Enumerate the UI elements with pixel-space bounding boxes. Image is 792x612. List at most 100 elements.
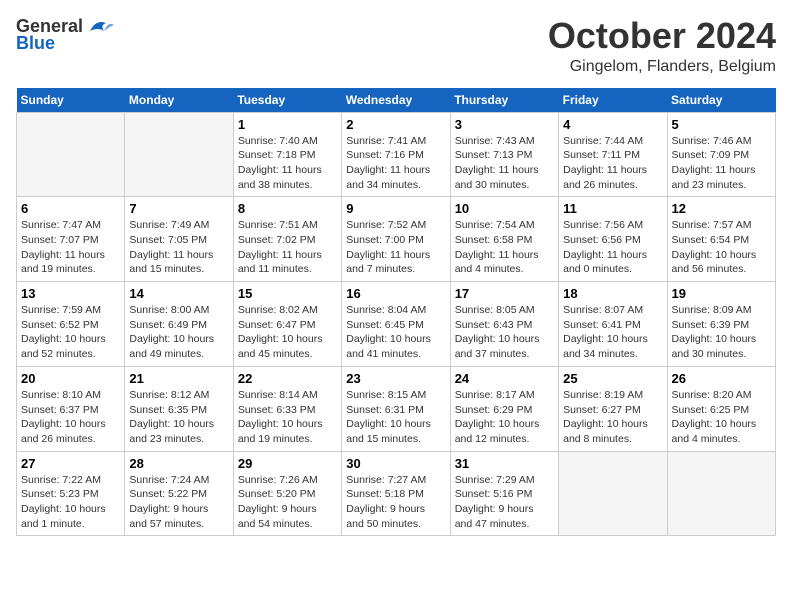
calendar-cell <box>559 451 667 536</box>
calendar-cell: 10 Sunrise: 7:54 AM Sunset: 6:58 PM Dayli… <box>450 197 558 282</box>
day-info: Sunrise: 8:02 AM Sunset: 6:47 PM Dayligh… <box>238 303 337 362</box>
header-tuesday: Tuesday <box>233 88 341 113</box>
month-title: October 2024 <box>548 16 776 56</box>
header-wednesday: Wednesday <box>342 88 450 113</box>
day-info: Sunrise: 7:46 AM Sunset: 7:09 PM Dayligh… <box>672 134 771 193</box>
day-info: Sunrise: 7:47 AM Sunset: 7:07 PM Dayligh… <box>21 218 120 277</box>
calendar-header-row: SundayMondayTuesdayWednesdayThursdayFrid… <box>17 88 776 113</box>
calendar-cell: 29 Sunrise: 7:26 AM Sunset: 5:20 PM Dayli… <box>233 451 341 536</box>
calendar-cell: 26 Sunrise: 8:20 AM Sunset: 6:25 PM Dayli… <box>667 366 775 451</box>
calendar-cell: 15Sunrise: 8:02 AM Sunset: 6:47 PM Dayli… <box>233 282 341 367</box>
calendar-table: SundayMondayTuesdayWednesdayThursdayFrid… <box>16 88 776 537</box>
day-number: 1 <box>238 117 337 132</box>
day-info: Sunrise: 7:56 AM Sunset: 6:56 PM Dayligh… <box>563 218 662 277</box>
day-info: Sunrise: 7:24 AM Sunset: 5:22 PM Dayligh… <box>129 473 228 532</box>
day-info: Sunrise: 7:26 AM Sunset: 5:20 PM Dayligh… <box>238 473 337 532</box>
day-number: 3 <box>455 117 554 132</box>
calendar-cell: 28 Sunrise: 7:24 AM Sunset: 5:22 PM Dayli… <box>125 451 233 536</box>
calendar-cell: 7Sunrise: 7:49 AM Sunset: 7:05 PM Daylig… <box>125 197 233 282</box>
day-info: Sunrise: 8:20 AM Sunset: 6:25 PM Dayligh… <box>672 388 771 447</box>
calendar-cell: 2 Sunrise: 7:41 AM Sunset: 7:16 PM Daylig… <box>342 112 450 197</box>
calendar-cell: 19 Sunrise: 8:09 AM Sunset: 6:39 PM Dayli… <box>667 282 775 367</box>
calendar-cell: 30 Sunrise: 7:27 AM Sunset: 5:18 PM Dayli… <box>342 451 450 536</box>
calendar-cell: 22Sunrise: 8:14 AM Sunset: 6:33 PM Dayli… <box>233 366 341 451</box>
page-header: General Blue October 2024 Gingelom, Flan… <box>16 16 776 76</box>
day-number: 25 <box>563 371 662 386</box>
calendar-cell: 1 Sunrise: 7:40 AM Sunset: 7:18 PM Daylig… <box>233 112 341 197</box>
calendar-cell: 13Sunrise: 7:59 AM Sunset: 6:52 PM Dayli… <box>17 282 125 367</box>
day-info: Sunrise: 7:52 AM Sunset: 7:00 PM Dayligh… <box>346 218 445 277</box>
week-row-2: 6 Sunrise: 7:47 AM Sunset: 7:07 PM Daylig… <box>17 197 776 282</box>
day-number: 27 <box>21 456 120 471</box>
calendar-cell: 4Sunrise: 7:44 AM Sunset: 7:11 PM Daylig… <box>559 112 667 197</box>
calendar-cell: 25 Sunrise: 8:19 AM Sunset: 6:27 PM Dayli… <box>559 366 667 451</box>
header-thursday: Thursday <box>450 88 558 113</box>
location-title: Gingelom, Flanders, Belgium <box>548 58 776 76</box>
calendar-cell: 23Sunrise: 8:15 AM Sunset: 6:31 PM Dayli… <box>342 366 450 451</box>
day-number: 22 <box>238 371 337 386</box>
day-info: Sunrise: 7:59 AM Sunset: 6:52 PM Dayligh… <box>21 303 120 362</box>
day-number: 20 <box>21 371 120 386</box>
day-info: Sunrise: 8:19 AM Sunset: 6:27 PM Dayligh… <box>563 388 662 447</box>
calendar-cell: 6 Sunrise: 7:47 AM Sunset: 7:07 PM Daylig… <box>17 197 125 282</box>
day-info: Sunrise: 7:54 AM Sunset: 6:58 PM Dayligh… <box>455 218 554 277</box>
day-info: Sunrise: 8:05 AM Sunset: 6:43 PM Dayligh… <box>455 303 554 362</box>
week-row-4: 20Sunrise: 8:10 AM Sunset: 6:37 PM Dayli… <box>17 366 776 451</box>
day-number: 18 <box>563 286 662 301</box>
logo: General Blue <box>16 16 114 54</box>
title-section: October 2024 Gingelom, Flanders, Belgium <box>548 16 776 76</box>
day-number: 11 <box>563 201 662 216</box>
day-number: 26 <box>672 371 771 386</box>
week-row-1: 1 Sunrise: 7:40 AM Sunset: 7:18 PM Daylig… <box>17 112 776 197</box>
calendar-cell <box>125 112 233 197</box>
day-info: Sunrise: 8:07 AM Sunset: 6:41 PM Dayligh… <box>563 303 662 362</box>
header-monday: Monday <box>125 88 233 113</box>
day-number: 5 <box>672 117 771 132</box>
day-number: 2 <box>346 117 445 132</box>
calendar-cell: 14Sunrise: 8:00 AM Sunset: 6:49 PM Dayli… <box>125 282 233 367</box>
day-info: Sunrise: 8:00 AM Sunset: 6:49 PM Dayligh… <box>129 303 228 362</box>
day-number: 23 <box>346 371 445 386</box>
day-number: 4 <box>563 117 662 132</box>
calendar-cell: 17Sunrise: 8:05 AM Sunset: 6:43 PM Dayli… <box>450 282 558 367</box>
day-number: 31 <box>455 456 554 471</box>
day-number: 8 <box>238 201 337 216</box>
calendar-cell <box>17 112 125 197</box>
calendar-cell: 11 Sunrise: 7:56 AM Sunset: 6:56 PM Dayli… <box>559 197 667 282</box>
day-info: Sunrise: 7:29 AM Sunset: 5:16 PM Dayligh… <box>455 473 554 532</box>
week-row-5: 27 Sunrise: 7:22 AM Sunset: 5:23 PM Dayli… <box>17 451 776 536</box>
day-info: Sunrise: 8:12 AM Sunset: 6:35 PM Dayligh… <box>129 388 228 447</box>
day-number: 28 <box>129 456 228 471</box>
day-info: Sunrise: 7:41 AM Sunset: 7:16 PM Dayligh… <box>346 134 445 193</box>
logo-bird-icon <box>86 17 114 37</box>
calendar-cell: 12Sunrise: 7:57 AM Sunset: 6:54 PM Dayli… <box>667 197 775 282</box>
day-number: 10 <box>455 201 554 216</box>
day-info: Sunrise: 7:27 AM Sunset: 5:18 PM Dayligh… <box>346 473 445 532</box>
day-info: Sunrise: 8:09 AM Sunset: 6:39 PM Dayligh… <box>672 303 771 362</box>
day-number: 9 <box>346 201 445 216</box>
calendar-cell: 18 Sunrise: 8:07 AM Sunset: 6:41 PM Dayli… <box>559 282 667 367</box>
header-friday: Friday <box>559 88 667 113</box>
calendar-cell: 16 Sunrise: 8:04 AM Sunset: 6:45 PM Dayli… <box>342 282 450 367</box>
calendar-cell: 9 Sunrise: 7:52 AM Sunset: 7:00 PM Daylig… <box>342 197 450 282</box>
day-info: Sunrise: 7:40 AM Sunset: 7:18 PM Dayligh… <box>238 134 337 193</box>
day-number: 30 <box>346 456 445 471</box>
day-info: Sunrise: 7:22 AM Sunset: 5:23 PM Dayligh… <box>21 473 120 532</box>
day-number: 6 <box>21 201 120 216</box>
day-number: 29 <box>238 456 337 471</box>
day-info: Sunrise: 8:04 AM Sunset: 6:45 PM Dayligh… <box>346 303 445 362</box>
calendar-cell: 31 Sunrise: 7:29 AM Sunset: 5:16 PM Dayli… <box>450 451 558 536</box>
day-number: 16 <box>346 286 445 301</box>
header-saturday: Saturday <box>667 88 775 113</box>
header-sunday: Sunday <box>17 88 125 113</box>
day-number: 19 <box>672 286 771 301</box>
calendar-cell: 8 Sunrise: 7:51 AM Sunset: 7:02 PM Daylig… <box>233 197 341 282</box>
calendar-cell: 20Sunrise: 8:10 AM Sunset: 6:37 PM Dayli… <box>17 366 125 451</box>
day-info: Sunrise: 7:57 AM Sunset: 6:54 PM Dayligh… <box>672 218 771 277</box>
day-info: Sunrise: 7:51 AM Sunset: 7:02 PM Dayligh… <box>238 218 337 277</box>
day-number: 21 <box>129 371 228 386</box>
calendar-cell: 5 Sunrise: 7:46 AM Sunset: 7:09 PM Daylig… <box>667 112 775 197</box>
logo-blue-text: Blue <box>16 33 55 54</box>
day-number: 7 <box>129 201 228 216</box>
day-number: 24 <box>455 371 554 386</box>
